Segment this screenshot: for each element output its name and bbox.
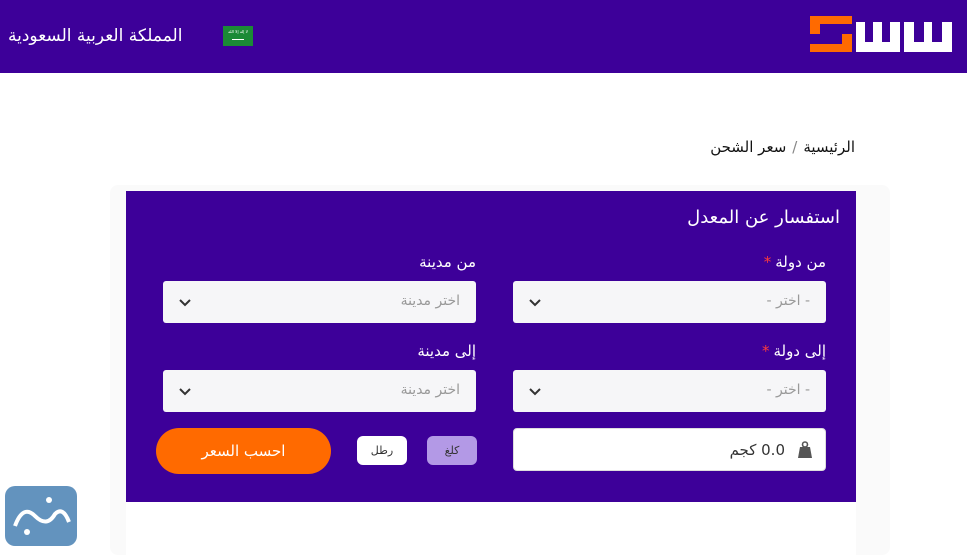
weight-input[interactable]: 0.0 كجم bbox=[513, 428, 826, 471]
breadcrumb-home[interactable]: الرئيسية bbox=[803, 138, 855, 156]
from-country-label-text: من دولة bbox=[775, 253, 826, 271]
required-marker: * bbox=[763, 253, 772, 271]
chevron-down-icon bbox=[179, 299, 191, 307]
from-city-placeholder: اختر مدينة bbox=[400, 293, 460, 309]
weight-bag-icon bbox=[798, 441, 812, 458]
calculate-price-button[interactable]: احسب السعر bbox=[156, 428, 331, 474]
card-footer bbox=[126, 502, 856, 555]
chevron-down-icon bbox=[179, 388, 191, 396]
smsa-logo[interactable] bbox=[810, 14, 956, 54]
country-selector[interactable]: المملكة العربية السعودية bbox=[8, 26, 182, 46]
to-country-label-text: إلى دولة bbox=[773, 342, 826, 360]
chevron-down-icon bbox=[529, 299, 541, 307]
breadcrumb-separator: / bbox=[792, 138, 798, 156]
to-city-label: إلى مدينة bbox=[417, 342, 476, 360]
weight-value: 0.0 كجم bbox=[729, 441, 785, 459]
from-city-select[interactable]: اختر مدينة bbox=[163, 281, 476, 323]
from-country-label: من دولة* bbox=[764, 253, 826, 271]
flag-inscription: لا إله إلا الله bbox=[228, 29, 248, 34]
breadcrumb: الرئيسية / سعر الشحن bbox=[710, 138, 855, 156]
from-city-label: من مدينة bbox=[419, 253, 476, 271]
to-country-label: إلى دولة* bbox=[762, 342, 826, 360]
saudi-flag-icon[interactable]: لا إله إلا الله bbox=[223, 26, 253, 46]
form-title: استفسار عن المعدل bbox=[687, 207, 840, 228]
from-country-placeholder: - اختر - bbox=[766, 293, 811, 309]
breadcrumb-current: سعر الشحن bbox=[710, 138, 787, 156]
to-city-select[interactable]: اختر مدينة bbox=[163, 370, 476, 412]
to-country-select[interactable]: - اختر - bbox=[513, 370, 826, 412]
required-marker: * bbox=[761, 342, 770, 360]
unit-lb-toggle[interactable]: رطل bbox=[357, 436, 407, 465]
unit-kg-toggle[interactable]: كلغ bbox=[427, 436, 477, 465]
flag-sword bbox=[232, 39, 244, 40]
to-country-placeholder: - اختر - bbox=[766, 382, 811, 398]
almrj3-watermark-logo bbox=[5, 486, 77, 546]
chevron-down-icon bbox=[529, 388, 541, 396]
to-city-placeholder: اختر مدينة bbox=[400, 382, 460, 398]
from-country-select[interactable]: - اختر - bbox=[513, 281, 826, 323]
